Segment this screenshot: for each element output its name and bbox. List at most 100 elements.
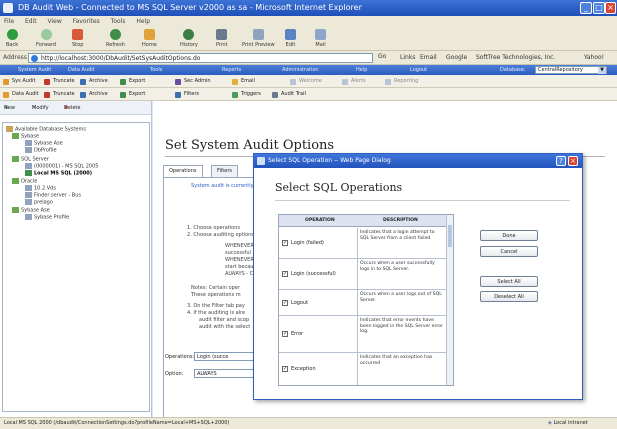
instruction-line: ALWAYS - C [225,271,254,277]
address-input[interactable]: http://localhost:3000/DbAudit/SetSysAudi… [28,53,373,63]
nav-help[interactable]: Help [356,65,367,75]
status-text: Local MS SQL 2000 (/dbaudit/ConnectionSe… [4,420,230,426]
history-button[interactable]: History [180,29,198,48]
filters-action[interactable]: Filters [175,88,199,101]
minimize-button[interactable]: _ [580,2,592,14]
menu-help[interactable]: Help [136,18,150,25]
option-label: Option: [165,371,184,377]
col-operation: OPERATION [305,218,335,223]
sys-audit-action[interactable]: Sys Audit [3,75,35,88]
go-button[interactable]: Go [378,53,386,60]
maximize-button[interactable]: □ [593,2,605,14]
operation-name: Exception [291,366,316,372]
table-row[interactable]: ✓ Logout Occurs when a user logs out of … [279,290,447,316]
nav-reports[interactable]: Reports [222,65,241,75]
select-sql-operation-dialog: Select SQL Operation -- Web Page Dialog … [253,153,583,400]
database-select[interactable]: CentralRepository ▼ [535,66,607,74]
table-scrollbar[interactable] [446,215,453,385]
print-button[interactable]: Print [216,29,228,48]
folder-icon [12,178,19,184]
tab-filters[interactable]: Filters [211,165,238,177]
operations-label: Operations: [165,354,195,360]
table-row[interactable]: ✓ Error Indicates that error events have… [279,316,447,353]
link-yahoo[interactable]: Yahoo! [584,54,604,61]
dialog-icon [257,157,265,165]
table-row[interactable]: ✓ Login (failed) Indicates that a login … [279,228,447,259]
table-row[interactable]: ✓ Login (successful) Occurs when a user … [279,259,447,290]
row-checkbox[interactable]: ✓ [282,331,288,337]
dialog-close-button[interactable]: × [568,156,578,166]
dialog-heading: Select SQL Operations [275,181,403,194]
browser-toolbar: Back Forward Stop Refresh Home History P… [0,27,617,51]
row-checkbox[interactable]: ✓ [282,300,288,306]
welcome-action[interactable]: Welcome [290,75,322,88]
link-softtree[interactable]: SoftTree Technologies, Inc. [476,54,555,61]
nav-administration[interactable]: Administration [282,65,319,75]
menu-tools[interactable]: Tools [111,18,126,25]
scroll-thumb[interactable] [448,225,452,247]
instruction-line: These operations m [191,292,241,298]
home-button[interactable]: Home [142,29,157,48]
truncate-action[interactable]: Truncate [44,75,75,88]
table-row[interactable]: ✓ Exception Indicates that an exception … [279,353,447,385]
row-checkbox[interactable]: ✓ [282,366,288,372]
menu-edit[interactable]: Edit [25,18,37,25]
nav-system-audit[interactable]: System Audit [18,65,51,75]
tree-node[interactable]: Sybase Profile [25,214,69,222]
tree-node-selected[interactable]: Local MS SQL (2000) [25,170,92,178]
stop-button[interactable]: Stop [72,29,83,48]
export-icon [120,92,126,98]
help-button[interactable]: ? [556,156,566,166]
audit-trail-action[interactable]: Audit Trail [272,88,306,101]
instruction-line: 1. Choose operations [187,225,241,231]
tree-node[interactable]: DbProfile [25,147,57,155]
nav-tools[interactable]: Tools [150,65,162,75]
email-action[interactable]: Email [232,75,255,88]
alerts-action[interactable]: Alerts [342,75,366,88]
print-preview-button[interactable]: Print Preview [242,29,275,48]
menu-file[interactable]: File [4,18,14,25]
forward-button[interactable]: Forward [36,29,56,48]
archive-action[interactable]: Archive [80,75,108,88]
link-google[interactable]: Google [446,54,467,61]
archive-icon [80,92,86,98]
tree-node[interactable]: prelago [25,199,53,207]
done-button[interactable]: Done [480,230,538,241]
cancel-button[interactable]: Cancel [480,246,538,257]
alerts-icon [342,79,348,85]
archive-data-action[interactable]: Archive [80,88,108,101]
refresh-button[interactable]: Refresh [106,29,125,48]
menu-favorites[interactable]: Favorites [73,18,100,25]
instruction-line: Notes: Certain oper [191,285,240,291]
reporting-action[interactable]: Reporting [385,75,418,88]
export-data-action[interactable]: Export [120,88,145,101]
close-button[interactable]: × [605,2,616,14]
back-button[interactable]: Back [6,29,18,48]
window-title: DB Audit Web - Connected to MS SQL Serve… [18,3,362,12]
nav-logout[interactable]: Logout [410,65,427,75]
menu-view[interactable]: View [48,18,62,25]
row-checkbox[interactable]: ✓ [282,240,288,246]
data-audit-action[interactable]: Data Audit [3,88,39,101]
nav-data-audit[interactable]: Data Audit [68,65,95,75]
sec-admin-action[interactable]: Sec Admin [175,75,211,88]
audit-status-text: System audit is currently [191,183,254,189]
truncate-data-action[interactable]: Truncate [44,88,75,101]
chevron-down-icon: ▼ [598,67,606,74]
mail-button[interactable]: Mail [315,29,326,48]
mail-icon [315,29,326,40]
link-email[interactable]: Email [420,54,437,61]
system-audit-actions: Sys Audit Truncate Archive Export Sec Ad… [0,75,617,88]
server-icon [25,163,32,169]
row-checkbox[interactable]: ✓ [282,271,288,277]
select-all-button[interactable]: Select All [480,276,538,287]
tab-operations[interactable]: Operations [163,165,203,177]
dialog-title: Select SQL Operation -- Web Page Dialog [268,157,391,164]
instruction-line: 4. If the auditing is alre [187,310,246,316]
triggers-action[interactable]: Triggers [232,88,261,101]
edit-button[interactable]: Edit [285,29,296,48]
deselect-all-button[interactable]: Deselect All [480,291,538,302]
export-action[interactable]: Export [120,75,145,88]
trigger-icon [232,92,238,98]
operations-field[interactable]: Login (succe [194,352,254,361]
